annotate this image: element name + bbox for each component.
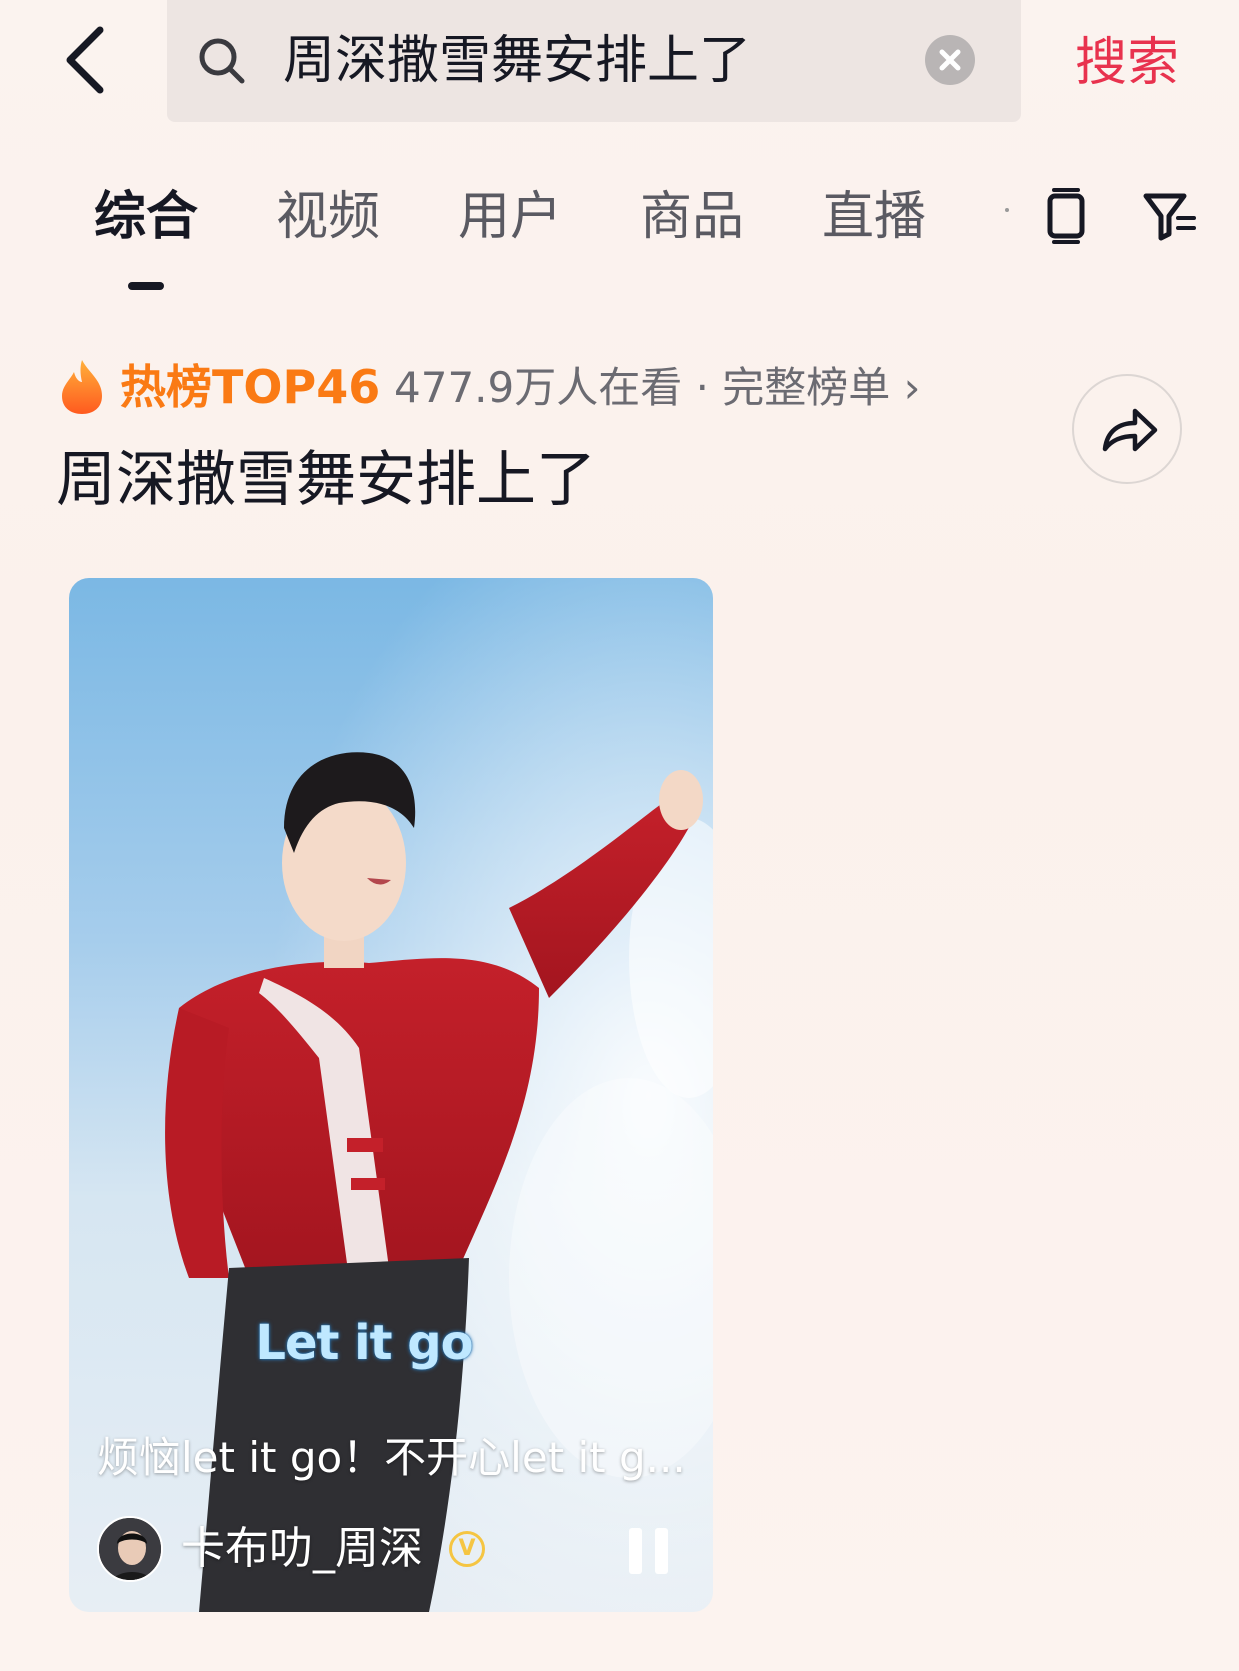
video-card[interactable]: Let it go 烦恼let it go！不开心let it g... 卡布叻… <box>69 578 713 1612</box>
search-icon <box>199 38 245 84</box>
hot-rank-label: 热榜TOP46 <box>120 360 381 414</box>
display-mode-button[interactable] <box>1036 186 1096 246</box>
back-arrow-icon <box>66 26 104 94</box>
filter-button[interactable] <box>1140 186 1200 246</box>
tab-comprehensive[interactable]: 综合 <box>94 182 198 252</box>
tablet-icon <box>1047 188 1085 244</box>
tab-video[interactable]: 视频 <box>276 182 380 252</box>
filter-icon <box>1143 193 1196 241</box>
flame-icon <box>62 360 102 414</box>
pause-icon <box>629 1528 642 1574</box>
full-hot-list-link[interactable]: 477.9万人在看 · 完整榜单 › <box>394 360 920 416</box>
search-query-text[interactable]: 周深撒雪舞安排上了 <box>283 26 751 96</box>
pause-button[interactable] <box>629 1528 673 1574</box>
top-bar: 周深撒雪舞安排上了 搜索 <box>0 0 1239 125</box>
topic-title: 周深撒雪舞安排上了 <box>56 445 596 515</box>
tab-live[interactable]: 直播 <box>822 182 926 252</box>
result-tabs: 综合 视频 用户 商品 直播 <box>0 170 1239 290</box>
author-name[interactable]: 卡布叻_周深 <box>181 1518 423 1580</box>
back-button[interactable] <box>58 20 128 100</box>
tab-users[interactable]: 用户 <box>458 182 562 252</box>
search-button[interactable]: 搜索 <box>1075 28 1179 98</box>
more-tabs-indicator <box>1005 208 1009 212</box>
video-caption: 烦恼let it go！不开心let it g... <box>97 1433 686 1482</box>
hot-list-row: 热榜TOP46 477.9万人在看 · 完整榜单 › <box>58 358 958 418</box>
verified-icon: V <box>449 1531 485 1567</box>
clear-search-button[interactable] <box>925 35 975 85</box>
tab-products[interactable]: 商品 <box>640 182 744 252</box>
share-icon <box>1102 408 1158 452</box>
search-input[interactable]: 周深撒雪舞安排上了 <box>167 0 1021 122</box>
active-tab-indicator <box>128 282 164 290</box>
video-lyric-overlay: Let it go <box>255 1315 473 1371</box>
avatar[interactable] <box>97 1516 163 1582</box>
share-button[interactable] <box>1072 374 1182 484</box>
pause-icon-bar <box>655 1528 668 1574</box>
clear-icon <box>939 49 961 71</box>
